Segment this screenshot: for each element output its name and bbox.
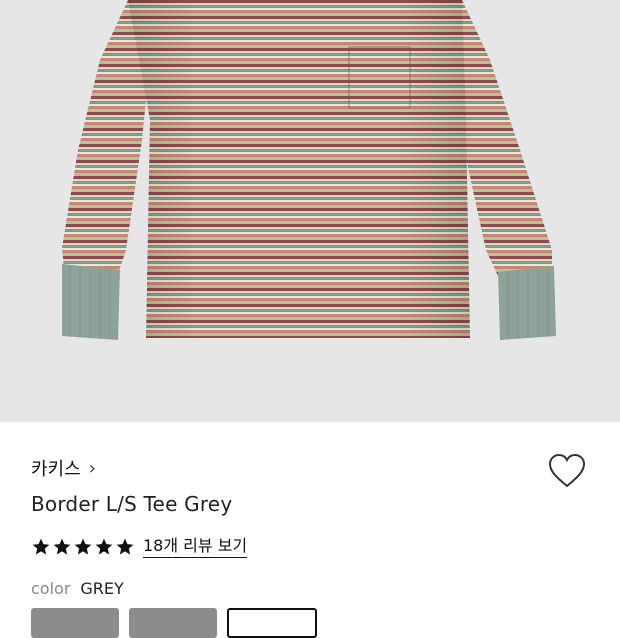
product-image[interactable]: [0, 0, 620, 422]
reviews-link[interactable]: 18개 리뷰 보기: [143, 536, 248, 558]
color-swatch[interactable]: [31, 608, 119, 638]
star-filled-icon: [116, 538, 134, 555]
rating-stars: [31, 537, 135, 557]
chevron-right-icon: ›: [88, 457, 96, 479]
star-filled-icon: [32, 538, 50, 555]
star-filled-icon: [53, 538, 71, 555]
color-swatch[interactable]: [129, 608, 217, 638]
rating-row: 18개 리뷰 보기: [31, 535, 248, 559]
color-value: GREY: [80, 579, 124, 598]
heart-outline-icon: [548, 453, 586, 488]
brand-name: 카키스: [31, 459, 81, 480]
color-row: color GREY: [31, 579, 124, 598]
wishlist-button[interactable]: [548, 453, 586, 489]
brand-link[interactable]: 카키스 ›: [31, 457, 96, 481]
striped-tee-image: [62, 0, 556, 340]
color-swatch-selected[interactable]: [227, 608, 317, 638]
product-title: Border L/S Tee Grey: [31, 492, 233, 516]
color-swatches: [31, 608, 317, 638]
color-label: color: [31, 579, 71, 598]
product-info: 카키스 › Border L/S Tee Grey 18개 리뷰 보기 colo…: [0, 422, 620, 638]
star-filled-icon: [74, 538, 92, 555]
star-filled-icon: [95, 538, 113, 555]
